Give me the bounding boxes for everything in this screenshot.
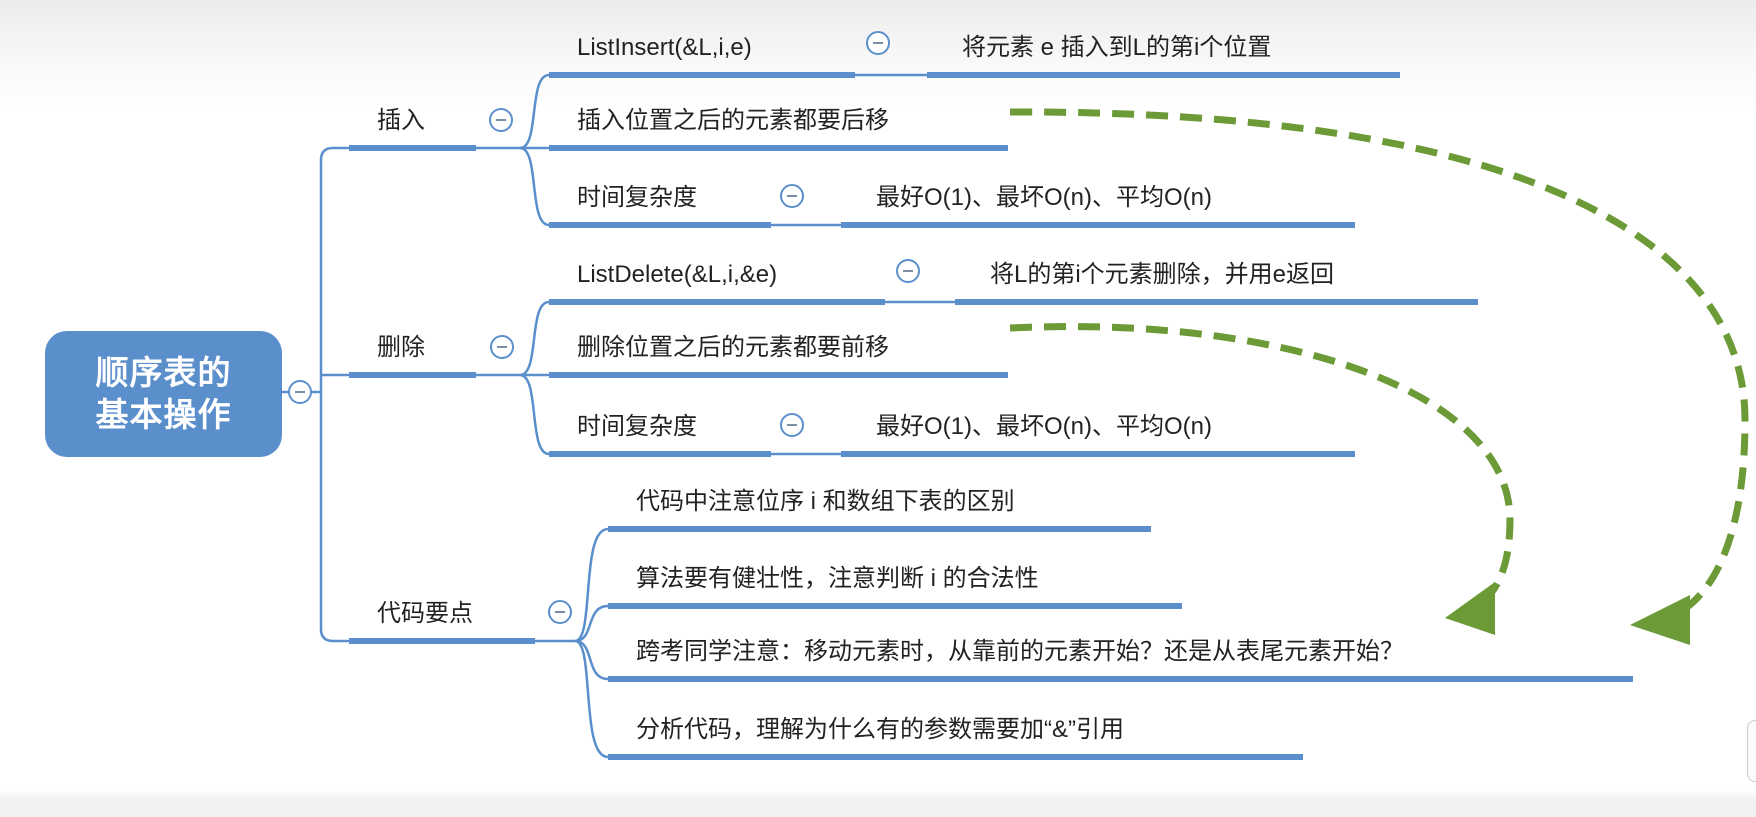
arrowhead-delete bbox=[1445, 582, 1495, 635]
branch-insert[interactable]: 插入 bbox=[349, 107, 476, 151]
node-label: 时间复杂度 bbox=[577, 413, 697, 440]
node-delete-shift[interactable]: 删除位置之后的元素都要前移 bbox=[549, 334, 1008, 378]
node-label: 将L的第i个元素删除，并用e返回 bbox=[990, 261, 1335, 288]
node-label: ListDelete(&L,i,&e) bbox=[577, 261, 778, 288]
node-listdelete[interactable]: ListDelete(&L,i,&e) bbox=[549, 261, 885, 305]
node-label: 跨考同学注意：移动元素时，从靠前的元素开始？还是从表尾元素开始？ bbox=[636, 638, 1404, 665]
node-label: 代码中注意位序 i 和数组下表的区别 bbox=[636, 488, 1015, 515]
node-code-point[interactable]: 跨考同学注意：移动元素时，从靠前的元素开始？还是从表尾元素开始？ bbox=[608, 638, 1633, 682]
node-label: 分析代码，理解为什么有的参数需要加“&”引用 bbox=[636, 716, 1124, 743]
branch-label: 删除 bbox=[377, 334, 425, 361]
node-label: 将元素 e 插入到L的第i个位置 bbox=[962, 34, 1272, 61]
node-insert-complexity-detail[interactable]: 最好O(1)、最坏O(n)、平均O(n) bbox=[841, 184, 1355, 228]
node-label: 最好O(1)、最坏O(n)、平均O(n) bbox=[876, 184, 1212, 211]
node-label: 时间复杂度 bbox=[577, 184, 697, 211]
node-code-point[interactable]: 算法要有健壮性，注意判断 i 的合法性 bbox=[608, 565, 1182, 609]
node-delete-complexity-detail[interactable]: 最好O(1)、最坏O(n)、平均O(n) bbox=[841, 413, 1355, 457]
collapse-root-icon[interactable] bbox=[288, 380, 312, 404]
collapse-delete-icon[interactable] bbox=[490, 335, 514, 359]
node-insert-shift[interactable]: 插入位置之后的元素都要后移 bbox=[549, 107, 1008, 151]
root-title-line1: 顺序表的 bbox=[95, 354, 232, 391]
node-listinsert-detail[interactable]: 将元素 e 插入到L的第i个位置 bbox=[927, 34, 1400, 78]
branch-label: 插入 bbox=[377, 107, 425, 134]
node-label: 插入位置之后的元素都要后移 bbox=[577, 107, 889, 134]
collapse-listinsert-icon[interactable] bbox=[866, 31, 890, 55]
root-title-line2: 基本操作 bbox=[95, 396, 232, 433]
node-label: 算法要有健壮性，注意判断 i 的合法性 bbox=[636, 565, 1039, 592]
node-label: 最好O(1)、最坏O(n)、平均O(n) bbox=[876, 413, 1212, 440]
collapse-insert-icon[interactable] bbox=[489, 108, 513, 132]
collapse-listdelete-icon[interactable] bbox=[896, 259, 920, 283]
node-code-point[interactable]: 分析代码，理解为什么有的参数需要加“&”引用 bbox=[608, 716, 1303, 760]
branch-code-points[interactable]: 代码要点 bbox=[349, 600, 535, 644]
node-listinsert[interactable]: ListInsert(&L,i,e) bbox=[549, 34, 855, 78]
node-listdelete-detail[interactable]: 将L的第i个元素删除，并用e返回 bbox=[955, 261, 1478, 305]
branch-label: 代码要点 bbox=[377, 600, 473, 627]
node-label: ListInsert(&L,i,e) bbox=[577, 34, 752, 61]
branch-delete[interactable]: 删除 bbox=[349, 334, 476, 378]
collapse-delete-complexity-icon[interactable] bbox=[780, 413, 804, 437]
root-node[interactable]: 顺序表的 基本操作 bbox=[45, 331, 282, 457]
collapse-code-icon[interactable] bbox=[548, 600, 572, 624]
node-label: 删除位置之后的元素都要前移 bbox=[577, 334, 889, 361]
arrowhead-insert bbox=[1630, 595, 1690, 645]
dashed-arrow-delete bbox=[1009, 323, 1514, 603]
node-insert-complexity[interactable]: 时间复杂度 bbox=[549, 184, 771, 228]
node-delete-complexity[interactable]: 时间复杂度 bbox=[549, 413, 771, 457]
node-code-point[interactable]: 代码中注意位序 i 和数组下表的区别 bbox=[608, 488, 1151, 532]
collapse-insert-complexity-icon[interactable] bbox=[780, 184, 804, 208]
side-panel-handle[interactable] bbox=[1747, 720, 1756, 782]
